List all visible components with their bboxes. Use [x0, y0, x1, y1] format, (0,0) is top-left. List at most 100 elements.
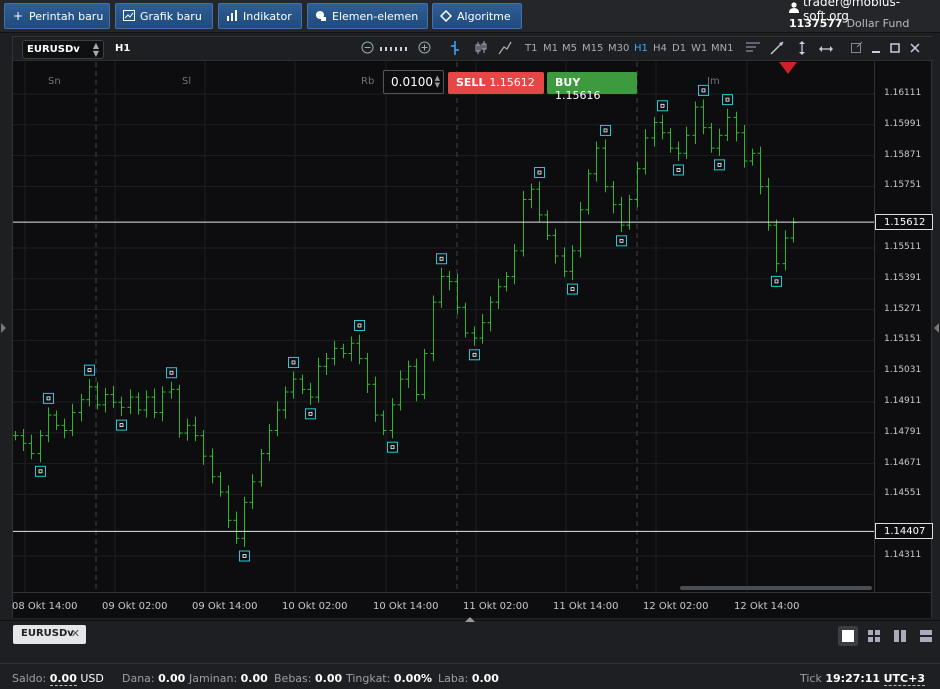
low-line-price-tag[interactable]: 1.14407 — [875, 523, 933, 540]
sell-label: SELL — [456, 76, 486, 89]
chart-tabs-bar: EURUSDv ✕ — [0, 617, 940, 650]
chart-tab-eurusdv[interactable]: EURUSDv ✕ — [13, 625, 86, 644]
fractal-up-marker — [600, 124, 611, 136]
elements-label: Elemen-elemen — [332, 9, 419, 23]
horizontal-line-icon[interactable] — [818, 41, 834, 57]
price-tick-label: 1.15511 — [884, 242, 922, 252]
fractal-down-dot — [119, 423, 124, 428]
fractal-down-marker — [469, 349, 480, 361]
layout-rows-icon[interactable] — [916, 626, 936, 646]
zoom-out-icon[interactable] — [359, 41, 375, 57]
zoom-in-icon[interactable] — [416, 41, 432, 57]
layout-columns-icon[interactable] — [890, 626, 910, 646]
time-tick-label: 12 Okt 02:00 — [643, 601, 709, 612]
tf-d1[interactable]: D1 — [672, 43, 686, 54]
buy-button[interactable]: BUY 1.15616 — [547, 72, 637, 102]
left-panel-toggle-icon[interactable] — [1, 323, 6, 333]
price-tick-label: 1.15271 — [884, 303, 922, 314]
line-chart-type-icon[interactable] — [497, 41, 513, 57]
tf-h4[interactable]: H4 — [653, 43, 667, 54]
lot-size-value: 0.0100 — [391, 75, 433, 89]
candle-chart-type-icon[interactable] — [473, 41, 489, 57]
fractal-down-dot — [717, 162, 722, 167]
chart-window: EURUSDv ▲ ▼ H1 T1 M1 M5 M15 M30 H1 H4 D1 … — [12, 36, 933, 618]
maximize-icon[interactable] — [887, 41, 903, 57]
elements-button[interactable]: Elemen-elemen — [307, 3, 428, 29]
algorithms-button[interactable]: Algoritme — [432, 3, 522, 29]
fractal-up-dot — [725, 97, 730, 102]
bar-chart-type-icon[interactable] — [447, 41, 463, 57]
tf-mn1[interactable]: MN1 — [711, 43, 733, 54]
fractal-down-marker — [714, 159, 725, 171]
fractal-down-dot — [774, 279, 779, 284]
minimize-icon[interactable] — [868, 41, 884, 57]
chart-scrollbar[interactable] — [680, 586, 872, 590]
detach-window-icon[interactable] — [849, 41, 865, 57]
panel-toggle-icon[interactable] — [465, 617, 475, 622]
tingkat: Tingkat: 0.00% — [346, 672, 432, 685]
layout-grid-icon[interactable] — [864, 626, 884, 646]
new-order-button[interactable]: + Perintah baru — [4, 3, 110, 29]
fractal-down-marker — [116, 419, 127, 431]
price-tick-label: 1.16111 — [884, 88, 922, 98]
diamond-icon — [439, 9, 453, 23]
close-tab-icon[interactable]: ✕ — [71, 627, 80, 640]
server-time[interactable]: Tick 19:27:11 UTC+3 — [800, 672, 925, 686]
bebas: Bebas: 0.00 — [274, 672, 343, 685]
sell-button[interactable]: SELL 1.15612 — [448, 72, 544, 94]
chart-toolbar: EURUSDv ▲ ▼ H1 T1 M1 M5 M15 M30 H1 H4 D1 … — [13, 37, 933, 61]
lot-spinner-icon[interactable]: ▲ ▼ — [435, 75, 440, 89]
buy-label: BUY — [555, 76, 581, 89]
zoom-slider[interactable] — [380, 47, 410, 51]
tf-t1[interactable]: T1 — [525, 43, 537, 54]
day-label-sn: Sn — [48, 76, 61, 87]
tf-w1[interactable]: W1 — [691, 43, 707, 54]
fractal-down-dot — [619, 238, 624, 243]
fractal-up-marker — [534, 167, 545, 179]
laba: Laba: 0.00 — [438, 672, 499, 685]
account-info[interactable]: trader@mobius-soft.org 1137577 Dollar Fun… — [789, 0, 934, 30]
indicators-button[interactable]: Indikator — [218, 3, 302, 29]
tf-m1[interactable]: M1 — [543, 43, 558, 54]
indicator-list-icon[interactable] — [745, 41, 761, 57]
current-price-tag[interactable]: 1.15612 — [875, 214, 933, 231]
user-icon — [789, 1, 799, 16]
fractal-up-dot — [660, 103, 665, 108]
time-tick-label: 11 Okt 02:00 — [463, 601, 529, 612]
account-number: 1137577 — [789, 17, 843, 30]
symbol-selector[interactable]: EURUSDv ▲ ▼ — [22, 40, 104, 59]
fractal-down-dot — [38, 469, 43, 474]
sell-price: 1.15612 — [489, 76, 535, 89]
chart-icon — [123, 10, 135, 22]
account-fund: Dollar Fund — [846, 17, 910, 30]
fractal-down-marker — [305, 408, 316, 420]
plus-icon: + — [12, 9, 24, 23]
price-tick-label: 1.14551 — [884, 488, 922, 499]
lot-size-input[interactable]: 0.0100 ▲ ▼ — [383, 70, 444, 94]
elements-icon — [315, 10, 327, 22]
draw-trendline-icon[interactable] — [769, 41, 785, 57]
close-icon[interactable] — [907, 41, 923, 57]
right-panel-toggle-icon[interactable] — [934, 323, 939, 333]
chart-end-marker-icon[interactable] — [779, 62, 797, 74]
time-tick-label: 10 Okt 02:00 — [282, 601, 348, 612]
fractal-up-marker — [288, 356, 299, 368]
fractal-up-dot — [439, 256, 444, 261]
new-chart-label: Grafik baru — [140, 9, 202, 23]
fractal-up-marker — [354, 319, 365, 331]
tf-m15[interactable]: M15 — [582, 43, 603, 54]
layout-single-icon[interactable] — [838, 626, 858, 646]
tf-m5[interactable]: M5 — [562, 43, 577, 54]
price-tick-label: 1.14311 — [884, 550, 922, 560]
tf-h1[interactable]: H1 — [634, 43, 648, 54]
price-chart-plot[interactable] — [13, 62, 874, 592]
fractal-up-dot — [537, 170, 542, 175]
tf-m30[interactable]: M30 — [608, 43, 629, 54]
fractal-down-marker — [35, 465, 46, 477]
vertical-line-icon[interactable] — [794, 41, 810, 57]
new-chart-button[interactable]: Grafik baru — [115, 3, 213, 29]
price-tick-label: 1.14911 — [884, 396, 922, 406]
time-tick-label: 08 Okt 14:00 — [12, 601, 78, 612]
fractal-down-marker — [616, 235, 627, 247]
fractal-down-dot — [676, 168, 681, 172]
